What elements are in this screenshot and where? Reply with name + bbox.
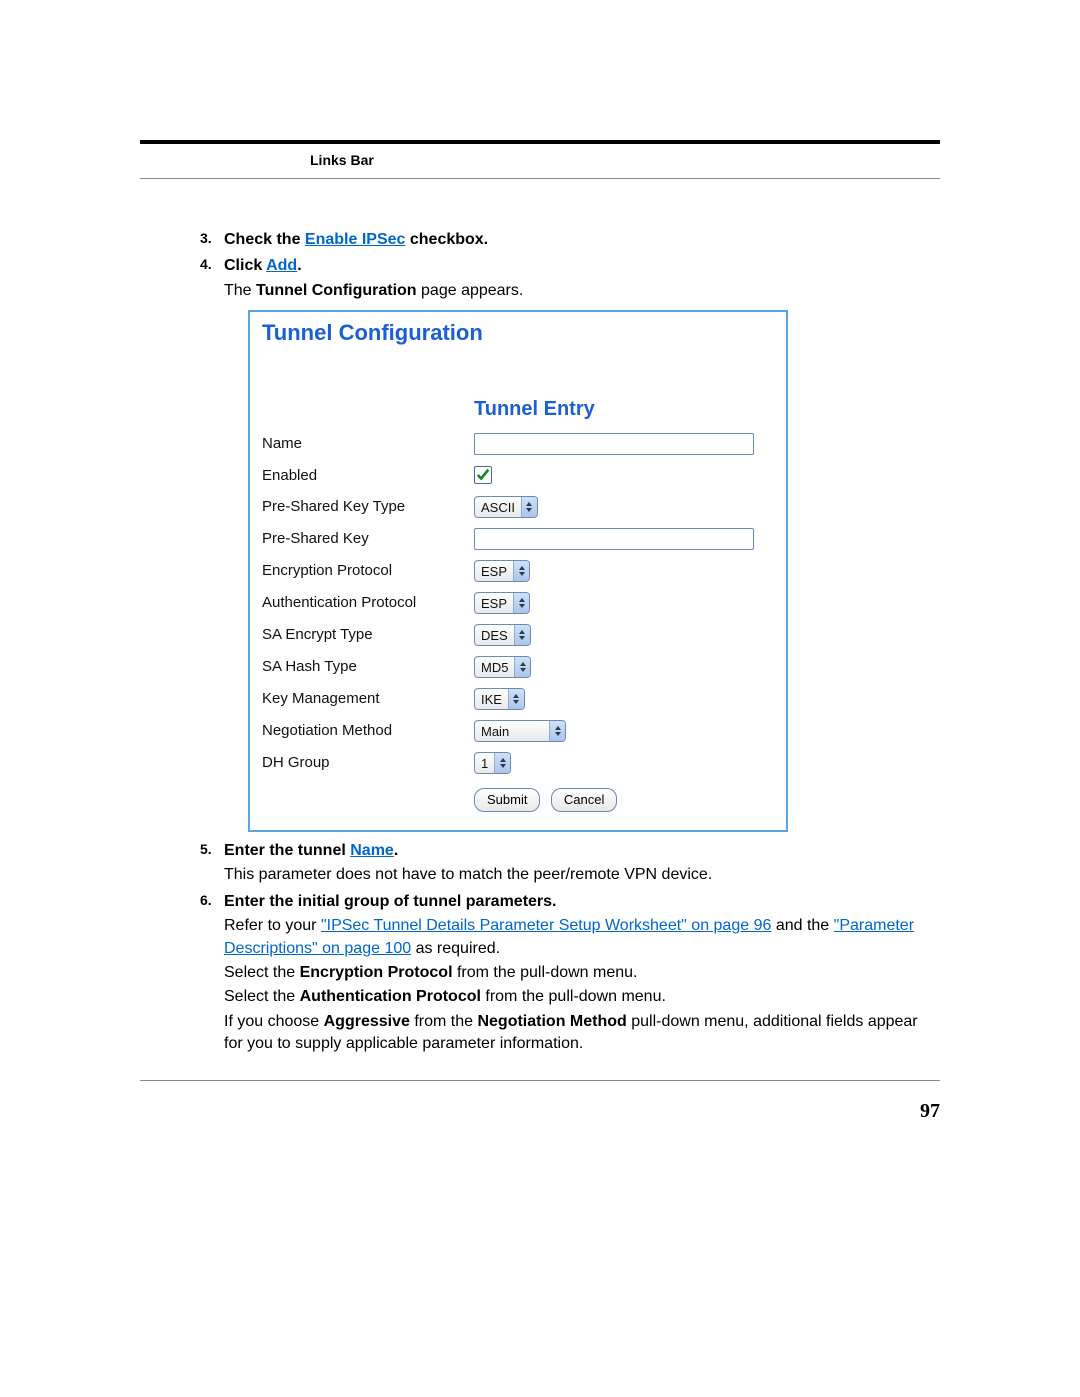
figure-title: Tunnel Configuration bbox=[262, 318, 774, 349]
label-sa-enc: SA Encrypt Type bbox=[262, 624, 474, 645]
s6-l4b: Aggressive bbox=[324, 1013, 410, 1030]
bottom-rule bbox=[140, 1080, 940, 1081]
page-number: 97 bbox=[140, 1100, 940, 1123]
name-input[interactable] bbox=[474, 433, 754, 455]
step-4: 4. Click Add. The Tunnel Configuration p… bbox=[200, 255, 940, 832]
step-6: 6. Enter the initial group of tunnel par… bbox=[200, 891, 940, 1056]
worksheet-link[interactable]: "IPSec Tunnel Details Parameter Setup Wo… bbox=[321, 917, 771, 934]
step-3-num: 3. bbox=[200, 229, 212, 249]
step-4-sub-a: The bbox=[224, 282, 256, 299]
checkmark-icon bbox=[476, 468, 490, 482]
label-psk-type: Pre-Shared Key Type bbox=[262, 496, 474, 517]
tunnel-entry-heading: Tunnel Entry bbox=[474, 395, 774, 423]
step-3-prefix: Check the bbox=[224, 231, 305, 248]
psk-input[interactable] bbox=[474, 528, 754, 550]
step-6-num: 6. bbox=[200, 891, 212, 911]
auth-proto-select[interactable]: ESP bbox=[474, 592, 530, 614]
step-4-prefix: Click bbox=[224, 257, 266, 274]
s6-l4c: from the bbox=[410, 1013, 478, 1030]
enabled-checkbox[interactable] bbox=[474, 466, 492, 484]
stepper-arrows-icon bbox=[549, 721, 565, 741]
sa-hash-value: MD5 bbox=[475, 657, 514, 677]
stepper-arrows-icon bbox=[514, 657, 530, 677]
step-5: 5. Enter the tunnel Name. This parameter… bbox=[200, 840, 940, 887]
cancel-button[interactable]: Cancel bbox=[551, 788, 617, 812]
dh-group-select[interactable]: 1 bbox=[474, 752, 511, 774]
s6-l4d: Negotiation Method bbox=[477, 1013, 626, 1030]
label-key-mgmt: Key Management bbox=[262, 688, 474, 709]
step-5-suffix: . bbox=[394, 842, 398, 859]
s6-l3b: Authentication Protocol bbox=[300, 988, 481, 1005]
label-sa-hash: SA Hash Type bbox=[262, 656, 474, 677]
stepper-arrows-icon bbox=[513, 593, 529, 613]
s6-l3a: Select the bbox=[224, 988, 300, 1005]
step-5-num: 5. bbox=[200, 840, 212, 860]
key-mgmt-select[interactable]: IKE bbox=[474, 688, 525, 710]
label-dh-group: DH Group bbox=[262, 752, 474, 773]
step-4-sub-c: page appears. bbox=[417, 282, 524, 299]
psk-type-select[interactable]: ASCII bbox=[474, 496, 538, 518]
header-links-bar: Links Bar bbox=[310, 152, 374, 168]
step-6-title: Enter the initial group of tunnel parame… bbox=[224, 893, 556, 910]
sa-enc-value: DES bbox=[475, 625, 514, 645]
step-4-suffix: . bbox=[297, 257, 301, 274]
neg-method-select[interactable]: Main bbox=[474, 720, 566, 742]
s6-l3c: from the pull-down menu. bbox=[481, 988, 666, 1005]
add-link[interactable]: Add bbox=[266, 257, 297, 274]
enable-ipsec-link[interactable]: Enable IPSec bbox=[305, 231, 406, 248]
s6-l1a: Refer to your bbox=[224, 917, 321, 934]
label-enc-proto: Encryption Protocol bbox=[262, 560, 474, 581]
dh-group-value: 1 bbox=[475, 753, 494, 773]
step-3-suffix: checkbox. bbox=[405, 231, 488, 248]
sa-enc-select[interactable]: DES bbox=[474, 624, 531, 646]
stepper-arrows-icon bbox=[521, 497, 537, 517]
s6-l2c: from the pull-down menu. bbox=[453, 964, 638, 981]
psk-type-value: ASCII bbox=[475, 497, 521, 517]
step-4-sub-b: Tunnel Configuration bbox=[256, 282, 417, 299]
label-psk: Pre-Shared Key bbox=[262, 528, 474, 549]
neg-method-value: Main bbox=[475, 721, 549, 741]
s6-l2b: Encryption Protocol bbox=[300, 964, 453, 981]
label-neg-method: Negotiation Method bbox=[262, 720, 474, 741]
enc-proto-select[interactable]: ESP bbox=[474, 560, 530, 582]
name-link[interactable]: Name bbox=[350, 842, 394, 859]
label-enabled: Enabled bbox=[262, 465, 474, 486]
label-auth-proto: Authentication Protocol bbox=[262, 592, 474, 613]
step-5-prefix: Enter the tunnel bbox=[224, 842, 350, 859]
submit-button[interactable]: Submit bbox=[474, 788, 540, 812]
enc-proto-value: ESP bbox=[475, 561, 513, 581]
stepper-arrows-icon bbox=[508, 689, 524, 709]
s6-l4a: If you choose bbox=[224, 1013, 324, 1030]
s6-l1c: as required. bbox=[411, 940, 500, 957]
top-heavy-rule bbox=[140, 140, 940, 144]
step-3: 3. Check the Enable IPSec checkbox. bbox=[200, 229, 940, 251]
auth-proto-value: ESP bbox=[475, 593, 513, 613]
tunnel-config-figure: Tunnel Configuration Tunnel Entry Name E… bbox=[248, 310, 788, 832]
step-5-sub: This parameter does not have to match th… bbox=[224, 864, 940, 886]
key-mgmt-value: IKE bbox=[475, 689, 508, 709]
stepper-arrows-icon bbox=[514, 625, 530, 645]
s6-l1b: and the bbox=[771, 917, 833, 934]
s6-l2a: Select the bbox=[224, 964, 300, 981]
top-light-rule bbox=[140, 178, 940, 179]
sa-hash-select[interactable]: MD5 bbox=[474, 656, 531, 678]
stepper-arrows-icon bbox=[513, 561, 529, 581]
label-name: Name bbox=[262, 433, 474, 454]
step-4-num: 4. bbox=[200, 255, 212, 275]
stepper-arrows-icon bbox=[494, 753, 510, 773]
